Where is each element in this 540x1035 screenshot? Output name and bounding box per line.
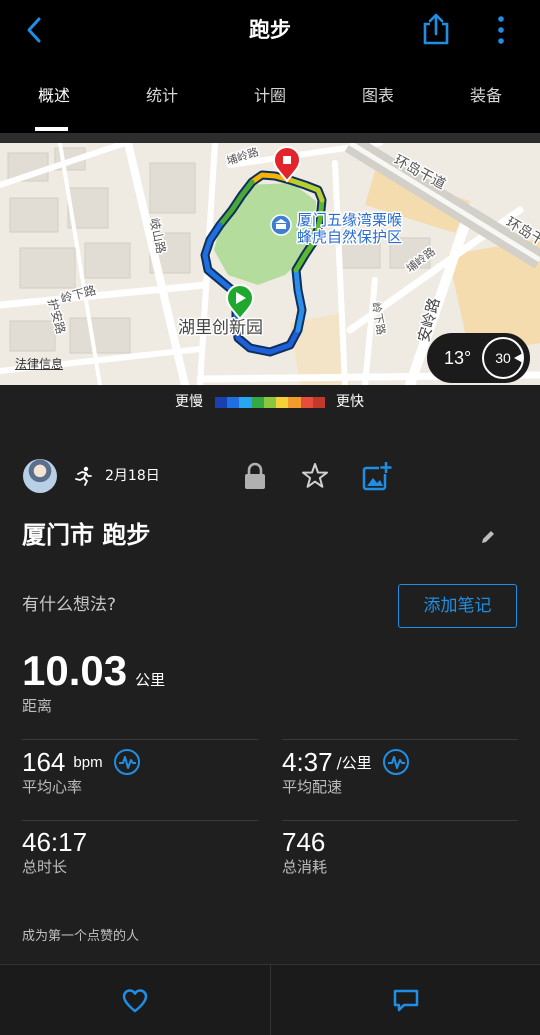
like-button[interactable] (0, 965, 270, 1035)
page-title: 跑步 (249, 18, 291, 42)
museum-poi-icon (270, 214, 292, 236)
add-photo-button[interactable] (362, 461, 392, 491)
star-icon (302, 463, 328, 488)
legend-faster-label: 更快 (336, 394, 364, 410)
total-time-label: 总时长 (22, 858, 68, 876)
top-bar: 跑步 (0, 0, 540, 62)
avg-heart-rate-stat: 164 bpm (22, 746, 141, 778)
privacy-button[interactable] (243, 462, 267, 490)
pace-color-segment (312, 397, 325, 408)
pace-color-segment (215, 397, 228, 408)
map-label-reserve-1: 厦门五缘湾栗喉 (297, 211, 402, 229)
distance-unit: 公里 (135, 671, 166, 689)
add-photo-icon (362, 462, 392, 491)
activity-title: 厦门市 跑步 (22, 521, 151, 549)
pace-color-segment (300, 397, 313, 408)
avg-pace-unit: /公里 (336, 753, 372, 772)
stats-divider (22, 820, 258, 821)
stats-divider (22, 739, 258, 740)
heart-icon (122, 989, 148, 1013)
comment-button[interactable] (270, 965, 540, 1035)
pace-color-segment (227, 397, 240, 408)
calories-label: 总消耗 (282, 858, 328, 876)
favorite-button[interactable] (301, 462, 329, 490)
active-tab-indicator (35, 127, 68, 131)
lock-icon (245, 462, 265, 489)
pencil-icon (482, 531, 494, 543)
share-button[interactable] (420, 12, 452, 46)
avg-heart-rate-unit: bpm (73, 753, 103, 771)
pace-zone-icon[interactable] (382, 748, 410, 776)
avatar[interactable] (23, 459, 57, 493)
pace-color-bar (215, 397, 325, 408)
tab-bar: 概述 统计 计圈 图表 装备 (0, 62, 540, 133)
more-button[interactable] (496, 16, 506, 46)
map-label-reserve-2: 蜂虎自然保护区 (297, 228, 402, 246)
distance-stat: 10.03 公里 (22, 648, 165, 694)
tab-stats[interactable]: 统计 (108, 86, 216, 106)
comment-icon (393, 989, 418, 1012)
tab-overview[interactable]: 概述 (0, 86, 108, 106)
activity-date: 2月18日 (105, 468, 160, 484)
bottom-action-bar (0, 964, 540, 1035)
wind-direction-icon (514, 353, 523, 363)
more-vertical-icon (498, 16, 504, 44)
avg-pace-stat: 4:37 /公里 (282, 746, 410, 778)
legend-slower-label: 更慢 (175, 394, 203, 410)
note-prompt: 有什么想法? (22, 595, 117, 615)
distance-label: 距离 (22, 697, 53, 715)
avg-heart-rate-value: 164 (22, 747, 66, 777)
map-label-park: 湖里创新园 (178, 318, 263, 338)
pace-color-segment (239, 397, 252, 408)
add-note-button[interactable]: 添加笔记 (398, 584, 517, 628)
separator-strip (0, 133, 540, 143)
share-icon (423, 13, 449, 45)
pace-color-segment (288, 397, 301, 408)
distance-value: 10.03 (22, 647, 128, 694)
likes-prompt: 成为第一个点赞的人 (22, 929, 140, 944)
stats-divider (282, 820, 518, 821)
heart-rate-zone-icon[interactable] (113, 748, 141, 776)
tab-charts[interactable]: 图表 (324, 86, 432, 106)
wind-dial: 30 (482, 337, 524, 379)
legal-info-link[interactable]: 法律信息 (15, 357, 63, 371)
avg-pace-value: 4:37 (282, 747, 333, 777)
calories-value: 746 (282, 827, 326, 857)
tab-laps[interactable]: 计圈 (216, 86, 324, 106)
pace-color-segment (263, 397, 277, 408)
tab-gear[interactable]: 装备 (432, 86, 540, 106)
running-icon (73, 466, 93, 486)
weather-badge: 13° 30 (427, 333, 530, 383)
pace-color-segment (276, 397, 289, 408)
stats-divider (282, 739, 518, 740)
total-time-value: 46:17 (22, 827, 88, 857)
avg-heart-rate-label: 平均心率 (22, 778, 83, 796)
pace-color-segment (251, 397, 264, 408)
avg-pace-label: 平均配速 (282, 778, 343, 796)
temperature: 13° (444, 348, 472, 368)
edit-title-button[interactable] (480, 529, 496, 545)
